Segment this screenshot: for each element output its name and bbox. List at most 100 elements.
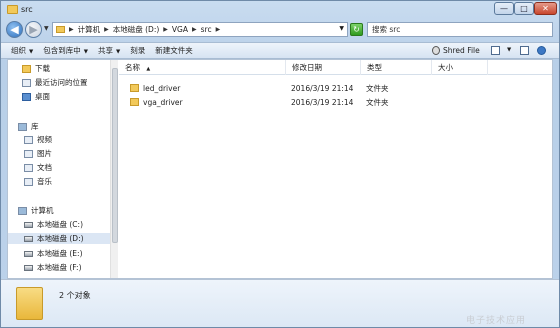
shred-label: Shred File [443, 46, 480, 55]
history-dropdown-icon[interactable]: ▼ [44, 25, 49, 32]
table-row[interactable]: led_driver 2016/3/19 21:14 文件夹 [119, 83, 552, 95]
column-header-date[interactable]: 修改日期 [286, 60, 361, 75]
back-button[interactable]: ◀ [6, 21, 23, 38]
breadcrumb-src[interactable]: src [201, 25, 212, 34]
sidebar-header-libraries[interactable]: 库 [18, 121, 39, 132]
drive-icon [24, 235, 33, 242]
sidebar-item-music[interactable]: 音乐 [24, 176, 52, 187]
computer-icon [18, 206, 27, 215]
watermark: 电子技术应用 [466, 316, 527, 326]
sidebar-header-computer[interactable]: 计算机 [18, 205, 54, 216]
share-label: 共享 [97, 46, 113, 55]
modified-date-cell: 2016/3/19 21:14 [291, 98, 354, 107]
chevron-right-icon: ▶ [215, 26, 221, 33]
desktop-icon [22, 92, 31, 101]
sidebar-item-label: 本地磁盘 (E:) [37, 249, 83, 258]
folder-icon [130, 84, 139, 92]
include-in-library-menu[interactable]: 包含到库中 ▼ [43, 45, 88, 56]
chevron-right-icon: ▶ [104, 26, 109, 33]
folder-icon [130, 98, 139, 106]
folder-icon [7, 5, 18, 14]
refresh-button[interactable]: ↻ [350, 23, 363, 36]
new-folder-button[interactable]: 新建文件夹 [155, 45, 193, 56]
type-cell: 文件夹 [366, 98, 389, 107]
include-label: 包含到库中 [43, 46, 81, 55]
forward-button[interactable]: ▶ [25, 21, 42, 38]
file-name: led_driver [143, 84, 181, 93]
drive-icon [24, 250, 33, 257]
sidebar-item-drive-e[interactable]: 本地磁盘 (E:) [24, 248, 83, 259]
sidebar-item-drive-f[interactable]: 本地磁盘 (F:) [24, 262, 82, 273]
search-input[interactable]: 搜索 src [367, 22, 553, 37]
sidebar-item-label: 视频 [37, 135, 52, 144]
sidebar-item-drive-c[interactable]: 本地磁盘 (C:) [24, 219, 83, 230]
window-title: src [21, 5, 33, 14]
document-icon [24, 163, 33, 172]
shred-file-button[interactable]: Shred File [432, 46, 480, 55]
sidebar-item-label: 最近访问的位置 [35, 78, 88, 87]
scrollbar-thumb[interactable] [112, 68, 118, 243]
breadcrumb-computer[interactable]: 计算机 [78, 24, 101, 35]
preview-pane-icon[interactable] [520, 46, 529, 55]
column-header-row: 名称 ▲ 修改日期 类型 大小 [119, 60, 552, 75]
minimize-button[interactable]: — [494, 2, 514, 15]
file-list: 名称 ▲ 修改日期 类型 大小 led_driver 2016/3/19 21:… [119, 60, 552, 278]
organize-label: 组织 [11, 46, 26, 55]
music-icon [24, 177, 33, 186]
sidebar-item-documents[interactable]: 文档 [24, 162, 52, 173]
sidebar-item-label: 本地磁盘 (D:) [37, 234, 84, 243]
command-bar: 组织 ▼ 包含到库中 ▼ 共享 ▼ 刻录 新建文件夹 Shred File ▼ [1, 42, 559, 59]
column-header-name[interactable]: 名称 ▲ [119, 60, 286, 75]
type-cell: 文件夹 [366, 84, 389, 93]
maximize-button[interactable]: □ [514, 2, 534, 15]
library-icon [18, 122, 27, 131]
sidebar-item-label: 本地磁盘 (C:) [37, 220, 83, 229]
explorer-window: src — □ ✕ ◀ ▶ ▼ ▶ 计算机 ▶ 本地磁盘 (D:) ▶ VGA … [0, 0, 560, 328]
close-button[interactable]: ✕ [534, 2, 557, 15]
sidebar-item-label: 库 [31, 122, 39, 131]
sidebar-item-videos[interactable]: 视频 [24, 134, 52, 145]
downloads-icon [22, 64, 31, 73]
share-menu[interactable]: 共享 ▼ [98, 45, 120, 56]
sidebar-item-label: 文档 [37, 163, 52, 172]
view-options-icon[interactable] [491, 46, 500, 55]
address-bar[interactable]: ▶ 计算机 ▶ 本地磁盘 (D:) ▶ VGA ▶ src ▶ ▼ [52, 22, 348, 37]
organize-menu[interactable]: 组织 ▼ [11, 45, 33, 56]
help-icon[interactable] [537, 46, 546, 55]
picture-icon [24, 149, 33, 158]
breadcrumb-drive-d[interactable]: 本地磁盘 (D:) [113, 24, 160, 35]
item-count: 2 个对象 [59, 291, 91, 300]
content-pane: 下载 最近访问的位置 桌面 库 视频 图片 文档 音乐 计算机 本地磁盘 (C:… [7, 59, 553, 279]
video-icon [24, 135, 33, 144]
sidebar-item-label: 音乐 [37, 177, 52, 186]
view-dropdown-icon[interactable]: ▼ [507, 46, 516, 55]
chevron-right-icon: ▶ [163, 26, 168, 33]
column-header-size[interactable]: 大小 [432, 60, 488, 75]
recent-places-icon [22, 78, 31, 87]
title-bar: src — □ ✕ [1, 1, 559, 18]
sidebar-item-label: 图片 [37, 149, 52, 158]
navigation-scrollbar[interactable] [110, 60, 118, 278]
sidebar-item-desktop[interactable]: 桌面 [22, 91, 50, 102]
column-header-type[interactable]: 类型 [361, 60, 432, 75]
burn-button[interactable]: 刻录 [130, 45, 145, 56]
table-row[interactable]: vga_driver 2016/3/19 21:14 文件夹 [119, 97, 552, 109]
large-folder-icon [16, 287, 43, 320]
sidebar-item-label: 本地磁盘 (F:) [37, 263, 82, 272]
sidebar-item-drive-d[interactable]: 本地磁盘 (D:) [8, 233, 116, 244]
sidebar-item-downloads[interactable]: 下载 [22, 63, 50, 74]
address-dropdown-icon[interactable]: ▼ [339, 25, 344, 32]
breadcrumb-vga[interactable]: VGA [172, 25, 188, 34]
sidebar-item-pictures[interactable]: 图片 [24, 148, 52, 159]
drive-icon [24, 221, 33, 228]
chevron-down-icon: ▼ [115, 49, 121, 55]
drive-icon [24, 264, 33, 271]
navigation-pane: 下载 最近访问的位置 桌面 库 视频 图片 文档 音乐 计算机 本地磁盘 (C:… [8, 60, 118, 278]
sidebar-item-label: 下载 [35, 64, 50, 73]
column-label: 名称 [125, 63, 140, 72]
chevron-right-icon: ▶ [69, 26, 74, 33]
file-name-cell: led_driver [130, 83, 180, 95]
sidebar-item-recent[interactable]: 最近访问的位置 [22, 77, 88, 88]
chevron-down-icon: ▼ [29, 49, 34, 55]
navigation-bar: ◀ ▶ ▼ ▶ 计算机 ▶ 本地磁盘 (D:) ▶ VGA ▶ src ▶ ▼ … [1, 18, 559, 42]
